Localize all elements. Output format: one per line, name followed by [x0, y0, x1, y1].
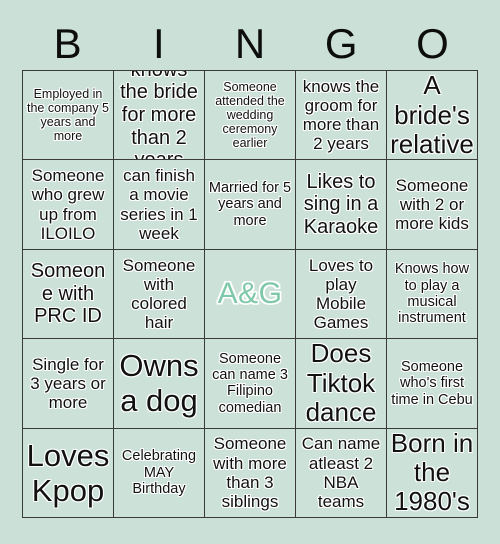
bingo-cell-g3[interactable]: Loves to play Mobile Games [296, 249, 387, 340]
bingo-cell-label: Loves to play Mobile Games [308, 255, 374, 333]
header-letter-b: B [53, 20, 82, 67]
bingo-cell-label: Single for 3 years or more [30, 354, 106, 412]
bingo-grid: Employed in the company 5 years and more… [22, 70, 478, 518]
bingo-cell-label: Someone who grew up from ILOILO [31, 166, 105, 243]
bingo-cell-g4[interactable]: Does Tiktok dance [296, 339, 387, 429]
bingo-cell-b4[interactable]: Single for 3 years or more [23, 339, 114, 429]
header-letter-o: O [416, 20, 449, 67]
bingo-cell-g5[interactable]: Can name atleast 2 NBA teams [296, 428, 387, 518]
bingo-cell-i2[interactable]: can finish a movie series in 1 week [114, 160, 205, 250]
header-letter-n: N [234, 20, 266, 67]
bingo-free-space[interactable]: A&G [205, 249, 296, 340]
bingo-cell-label: A&G [217, 277, 283, 311]
header-letter-i: I [152, 20, 165, 67]
bingo-cell-label: Celebrating MAY Birthday [121, 448, 197, 497]
bingo-cell-label: Someone attended the wedding ceremony ea… [215, 79, 285, 151]
bingo-cell-i5[interactable]: Celebrating MAY Birthday [114, 428, 205, 518]
bingo-cell-label: Born in the 1980's [390, 428, 474, 517]
bingo-cell-i3[interactable]: Someone with colored hair [114, 249, 205, 340]
bingo-cell-b3[interactable]: Someone with PRC ID [23, 249, 114, 340]
bingo-cell-label: Likes to sing in a Karaoke [303, 170, 379, 238]
bingo-cell-g1[interactable]: knows the groom for more than 2 years [296, 71, 387, 161]
bingo-cell-b2[interactable]: Someone who grew up from ILOILO [23, 160, 114, 250]
bingo-cell-label: Someone with PRC ID [30, 260, 106, 328]
bingo-cell-label: Married for 5 years and more [208, 180, 292, 229]
bingo-cell-label: Someone with more than 3 siblings [213, 434, 287, 511]
bingo-cell-b5[interactable]: Loves Kpop [23, 428, 114, 518]
bingo-header: B I N G O [22, 18, 478, 70]
bingo-cell-label: Someone with colored hair [122, 255, 196, 333]
bingo-cell-n4[interactable]: Someone can name 3 Filipino comedian [205, 339, 296, 429]
bingo-cell-label: Knows how to play a musical instrument [394, 261, 470, 327]
bingo-cell-b1[interactable]: Employed in the company 5 years and more [23, 71, 114, 161]
bingo-cell-o2[interactable]: Someone with 2 or more kids [387, 160, 478, 250]
bingo-cell-i4[interactable]: Owns a dog [114, 339, 205, 429]
bingo-cell-label: knows the groom for more than 2 years [302, 76, 380, 154]
bingo-cell-i1[interactable]: knows the bride for more than 2 years [114, 71, 205, 161]
bingo-cell-label: Can name atleast 2 NBA teams [301, 434, 381, 511]
bingo-cell-g2[interactable]: Likes to sing in a Karaoke [296, 160, 387, 250]
bingo-cell-o1[interactable]: A bride's relative [387, 71, 478, 161]
bingo-cell-label: Owns a dog [119, 348, 199, 419]
bingo-cell-o3[interactable]: Knows how to play a musical instrument [387, 249, 478, 340]
bingo-cell-label: Someone who's first time in Cebu [391, 358, 473, 408]
bingo-cell-label: Loves Kpop [26, 437, 110, 508]
bingo-cell-label: Someone can name 3 Filipino comedian [212, 350, 288, 416]
bingo-cell-o5[interactable]: Born in the 1980's [387, 428, 478, 518]
bingo-card: B I N G O Employed in the company 5 year… [0, 0, 500, 544]
header-letter-g: G [324, 20, 358, 67]
bingo-cell-label: A bride's relative [390, 71, 474, 159]
bingo-cell-label: can finish a movie series in 1 week [120, 166, 198, 243]
bingo-cell-label: knows the bride for more than 2 years [120, 71, 198, 161]
bingo-cell-label: Does Tiktok dance [305, 339, 377, 428]
bingo-cell-label: Employed in the company 5 years and more [27, 86, 109, 144]
bingo-cell-n1[interactable]: Someone attended the wedding ceremony ea… [205, 71, 296, 161]
bingo-cell-label: Someone with 2 or more kids [395, 175, 469, 234]
bingo-cell-n5[interactable]: Someone with more than 3 siblings [205, 428, 296, 518]
bingo-cell-o4[interactable]: Someone who's first time in Cebu [387, 339, 478, 429]
bingo-cell-n2[interactable]: Married for 5 years and more [205, 160, 296, 250]
